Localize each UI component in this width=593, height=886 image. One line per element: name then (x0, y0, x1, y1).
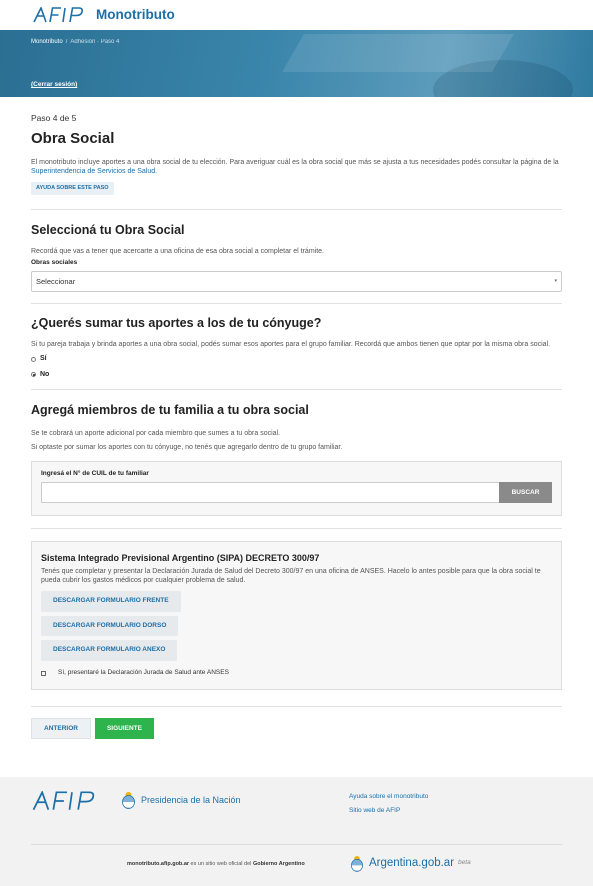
family-section: Agregá miembros de tu familia a tu obra … (0, 402, 593, 516)
breadcrumb: Monotributo / Adhesión · Paso 4 (31, 38, 119, 46)
breadcrumb-separator: / (65, 39, 68, 45)
afip-logo[interactable] (32, 7, 90, 23)
argentina-gob-text: Argentina.gob.ar (369, 856, 455, 869)
download-dorso-button[interactable]: DESCARGAR FORMULARIO DORSO (41, 615, 179, 637)
presidencia-logo[interactable]: Presidencia de la Nación (121, 791, 241, 809)
spouse-section: ¿Querés sumar tus aportes a los de tu có… (0, 315, 593, 379)
divider (31, 209, 562, 211)
family-section-description-2: Si optaste por sumar los aportes con tu … (31, 443, 343, 451)
declaracion-checkbox[interactable] (41, 670, 46, 676)
download-buttons: DESCARGAR FORMULARIO FRENTE DESCARGAR FO… (41, 590, 552, 662)
select-obra-social-section: Seleccioná tu Obra Social Recordá que va… (0, 222, 593, 293)
divider (31, 705, 562, 707)
radio-si-button[interactable] (31, 356, 36, 362)
footer-links: Ayuda sobre el monotributo Sitio web de … (349, 793, 428, 816)
footer-note: monotributo.afip.gob.ar es un sitio web … (127, 861, 305, 868)
afip-logo-icon (32, 790, 95, 811)
spouse-section-title: ¿Querés sumar tus aportes a los de tu có… (31, 316, 322, 331)
download-frente-button[interactable]: DESCARGAR FORMULARIO FRENTE (41, 590, 181, 612)
sipa-title: Sistema Integrado Previsional Argentino … (41, 552, 320, 563)
argentina-gob-logo[interactable]: Argentina.gob.ar beta (350, 855, 471, 872)
radio-no-label: No (40, 370, 50, 378)
radio-no[interactable]: No (31, 370, 562, 379)
download-anexo-button[interactable]: DESCARGAR FORMULARIO ANEXO (41, 640, 178, 662)
cuil-search: BUSCAR (41, 481, 552, 503)
beta-badge: beta (458, 859, 471, 867)
family-section-title: Agregá miembros de tu familia a tu obra … (31, 403, 309, 418)
radio-no-button[interactable] (31, 372, 36, 378)
sipa-panel: Sistema Integrado Previsional Argentino … (31, 540, 562, 690)
footer-divider (31, 844, 562, 845)
obra-social-description: El monotributo incluye aportes a una obr… (31, 158, 562, 177)
cuil-search-panel: Ingresá el N° de CUIL de tu familiar BUS… (31, 461, 562, 516)
cuil-label: Ingresá el N° de CUIL de tu familiar (41, 470, 149, 478)
main-content: Paso 4 de 5 Obra Social El monotributo i… (0, 113, 593, 196)
top-header: Monotributo (0, 0, 593, 30)
footer-link-afip[interactable]: Sitio web de AFIP (349, 807, 428, 816)
footer-note-mid: es un sitio web oficial del (189, 861, 253, 867)
step-navigation: ANTERIOR SIGUIENTE (0, 717, 593, 739)
divider (31, 527, 562, 529)
search-button[interactable]: BUSCAR (499, 481, 552, 503)
footer-afip-logo[interactable] (31, 790, 103, 814)
hero-banner: Monotributo / Adhesión · Paso 4 (Cerrar se… (0, 30, 593, 97)
superintendencia-link[interactable]: Superintendencia de Servicios de Salud (31, 168, 155, 175)
spouse-section-description: Si tu pareja trabaja y brinda aportes a … (31, 340, 551, 348)
coat-of-arms-icon (351, 856, 363, 872)
footer-domain: monotributo.afip.gob.ar (127, 861, 190, 867)
sipa-description: Tenés que completar y presentar la Decla… (41, 567, 541, 585)
app-title: Monotributo (96, 6, 175, 22)
logout-link[interactable]: (Cerrar sesión) (31, 81, 77, 90)
breadcrumb-home[interactable]: Monotributo (31, 39, 63, 45)
obras-sociales-select[interactable]: Seleccionar ▾ (31, 271, 562, 293)
declaracion-checkbox-row[interactable]: Sí, presentaré la Declaración Jurada de … (41, 669, 552, 678)
family-section-description-1: Se te cobrará un aporte adicional por ca… (31, 430, 281, 438)
step-indicator: Paso 4 de 5 (31, 113, 77, 123)
breadcrumb-current: Adhesión · Paso 4 (70, 39, 120, 45)
afip-logo-icon (33, 7, 83, 23)
footer: Presidencia de la Nación Ayuda sobre el … (0, 777, 593, 886)
divider (31, 389, 562, 391)
description-end: . (155, 168, 158, 176)
previous-button[interactable]: ANTERIOR (31, 717, 91, 739)
page-title: Obra Social (31, 130, 115, 148)
coat-of-arms-icon (122, 792, 135, 809)
radio-si-label: Sí (40, 355, 47, 363)
presidencia-text: Presidencia de la Nación (141, 794, 241, 805)
sipa-section: Sistema Integrado Previsional Argentino … (0, 540, 593, 690)
select-section-description: Recordá que vas a tener que acercarte a … (31, 247, 324, 255)
select-value: Seleccionar (36, 276, 76, 286)
next-button[interactable]: SIGUIENTE (94, 717, 154, 739)
description-text: El monotributo incluye aportes a una obr… (31, 158, 559, 166)
radio-si[interactable]: Sí (31, 354, 562, 363)
chevron-down-icon: ▾ (554, 278, 557, 285)
obras-sociales-label: Obras sociales (31, 259, 78, 267)
footer-gov: Gobierno Argentino (252, 861, 305, 867)
cuil-input[interactable] (41, 481, 499, 503)
select-section-title: Seleccioná tu Obra Social (31, 223, 185, 238)
footer-link-ayuda[interactable]: Ayuda sobre el monotributo (349, 793, 428, 802)
divider (31, 303, 562, 305)
help-step-button[interactable]: AYUDA SOBRE ESTE PASO (31, 181, 114, 196)
declaracion-checkbox-label: Sí, presentaré la Declaración Jurada de … (58, 669, 229, 677)
